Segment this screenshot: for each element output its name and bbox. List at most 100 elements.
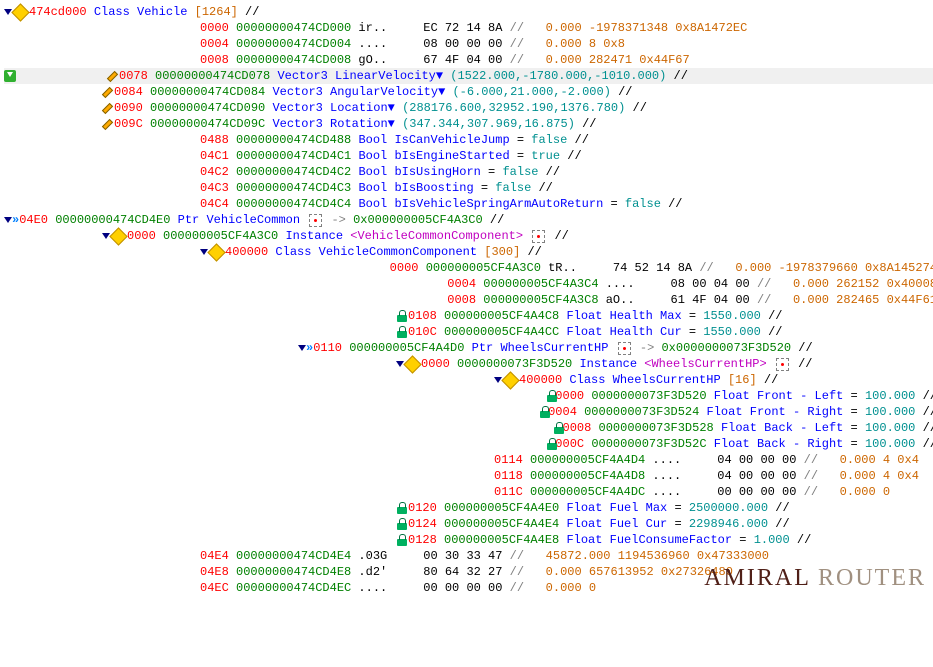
edit-icon[interactable] — [102, 118, 114, 130]
tree-row[interactable]: » 04E0 00000000474CD4E0 Ptr VehicleCommo… — [4, 212, 933, 228]
text-segment: // — [510, 36, 524, 52]
tree-row[interactable]: 0078 00000000474CD078 Vector3 LinearVelo… — [4, 68, 933, 84]
text-segment: 100.000 — [865, 404, 915, 420]
lock-icon[interactable] — [546, 390, 555, 402]
text-segment: 00000000474CD4EC — [236, 580, 351, 596]
expand-icon[interactable] — [298, 345, 306, 351]
class-icon — [109, 227, 127, 245]
tree-row[interactable]: 0114 000000005CF4A4D4 .... 04 00 00 00 /… — [4, 452, 933, 468]
text-segment — [143, 116, 150, 132]
text-segment — [572, 356, 579, 372]
tree-row[interactable]: » 0110 000000005CF4A4D0 Ptr WheelsCurren… — [4, 340, 933, 356]
tree-row[interactable]: 400000 Class VehicleCommonComponent [300… — [4, 244, 933, 260]
text-segment: // — [560, 148, 582, 164]
text-segment — [229, 180, 236, 196]
text-segment: 0x000000005CF4A3C0 — [353, 212, 483, 228]
text-segment: 100.000 — [865, 436, 915, 452]
tree-row[interactable]: 0000 000000005CF4A3C0 tR.. 74 52 14 8A /… — [4, 260, 933, 276]
text-segment: Bool bIsUsingHorn — [358, 164, 480, 180]
text-segment — [707, 388, 714, 404]
tree-row[interactable]: 0004 000000005CF4A3C4 .... 08 00 04 00 /… — [4, 276, 933, 292]
tree-row[interactable]: 04C2 00000000474CD4C2 Bool bIsUsingHorn … — [4, 164, 933, 180]
memory-tree[interactable]: 474cd000 Class Vehicle [1264] //0000 000… — [4, 4, 933, 596]
text-segment: 00000000474CD4E8 — [236, 564, 351, 580]
text-segment: 0000000073F3D524 — [584, 404, 699, 420]
lock-icon[interactable] — [396, 518, 408, 530]
tree-row[interactable]: 04C1 00000000474CD4C1 Bool bIsEngineStar… — [4, 148, 933, 164]
edit-icon[interactable] — [107, 70, 119, 82]
tree-row[interactable]: 04C3 00000000474CD4C3 Bool bIsBoosting =… — [4, 180, 933, 196]
tree-row[interactable]: 0124 000000005CF4A4E4 Float Fuel Cur = 2… — [4, 516, 933, 532]
lock-icon[interactable] — [396, 502, 408, 514]
tree-row[interactable]: 0108 000000005CF4A4C8 Float Health Max =… — [4, 308, 933, 324]
text-segment: Instance — [285, 228, 343, 244]
tree-row[interactable]: 04C4 00000000474CD4C4 Bool bIsVehicleSpr… — [4, 196, 933, 212]
text-segment: // — [510, 564, 524, 580]
text-segment — [699, 404, 706, 420]
text-segment — [351, 164, 358, 180]
text-segment — [654, 340, 661, 356]
tree-row[interactable]: 009C 00000000474CD09C Vector3 Rotation▼ … — [4, 116, 933, 132]
target-icon[interactable] — [776, 358, 789, 371]
tree-row[interactable]: 0000 0000000073F3D520 Instance <WheelsCu… — [4, 356, 933, 372]
text-segment: ir.. EC 72 14 8A — [351, 20, 509, 36]
tree-row[interactable]: 0008 0000000073F3D528 Float Back - Left … — [4, 420, 933, 436]
tree-row[interactable]: 0000 0000000073F3D520 Float Front - Left… — [4, 388, 933, 404]
tree-row[interactable]: 0008 000000005CF4A3C8 aO.. 61 4F 04 00 /… — [4, 292, 933, 308]
text-segment: // — [547, 228, 569, 244]
lock-icon[interactable] — [539, 406, 548, 418]
lock-icon[interactable] — [553, 422, 563, 434]
text-segment — [156, 228, 163, 244]
lock-icon[interactable] — [396, 326, 408, 338]
text-segment: 100.000 — [865, 420, 915, 436]
tree-row[interactable]: 0118 000000005CF4A4D8 .... 04 00 00 00 /… — [4, 468, 933, 484]
text-segment — [523, 452, 530, 468]
tree-row[interactable]: 0000 000000005CF4A3C0 Instance <VehicleC… — [4, 228, 933, 244]
tree-row[interactable]: 0004 00000000474CD004 .... 08 00 00 00 /… — [4, 36, 933, 52]
text-segment: Vector3 AngularVelocity▼ — [272, 84, 445, 100]
target-icon[interactable] — [618, 342, 631, 355]
tree-row[interactable]: 0000 00000000474CD000 ir.. EC 72 14 8A /… — [4, 20, 933, 36]
text-segment — [265, 84, 272, 100]
text-segment: 0x0000000073F3D520 — [661, 340, 791, 356]
tree-row[interactable]: 0084 00000000474CD084 Vector3 AngularVel… — [4, 84, 933, 100]
target-icon[interactable] — [309, 214, 322, 227]
text-segment: .... 04 00 00 00 — [645, 452, 803, 468]
jump-icon[interactable] — [4, 70, 16, 82]
text-segment: .... 00 00 00 00 — [645, 484, 803, 500]
text-segment: 00000000474CD4C3 — [236, 180, 351, 196]
lock-icon[interactable] — [546, 438, 555, 450]
tree-row[interactable]: 0120 000000005CF4A4E0 Float Fuel Max = 2… — [4, 500, 933, 516]
text-segment — [591, 420, 598, 436]
lock-icon[interactable] — [396, 534, 408, 546]
text-segment: Float Health Max — [566, 308, 681, 324]
tree-row[interactable]: 0008 00000000474CD008 gO.. 67 4F 04 00 /… — [4, 52, 933, 68]
text-segment — [637, 356, 644, 372]
tree-row[interactable]: 0488 00000000474CD488 Bool IsCanVehicleJ… — [4, 132, 933, 148]
text-segment: 400000 — [225, 244, 268, 260]
text-segment — [767, 356, 774, 372]
tree-row[interactable]: 0004 0000000073F3D524 Float Front - Righ… — [4, 404, 933, 420]
tree-row[interactable]: 0128 000000005CF4A4E8 Float FuelConsumeF… — [4, 532, 933, 548]
text-segment: Class WheelsCurrentHP — [569, 372, 720, 388]
tree-row[interactable]: 474cd000 Class Vehicle [1264] // — [4, 4, 933, 20]
edit-icon[interactable] — [102, 86, 114, 98]
tree-row[interactable]: 400000 Class WheelsCurrentHP [16] // — [4, 372, 933, 388]
lock-icon[interactable] — [396, 310, 408, 322]
text-segment — [270, 68, 277, 84]
tree-row[interactable]: 000C 0000000073F3D52C Float Back - Right… — [4, 436, 933, 452]
expand-icon[interactable] — [4, 217, 12, 223]
target-icon[interactable] — [532, 230, 545, 243]
text-segment — [559, 308, 566, 324]
text-segment: 0.000 4 0x4 — [818, 452, 919, 468]
text-segment — [143, 84, 150, 100]
text-segment: 000000005CF4A3C8 — [483, 292, 598, 308]
tree-row[interactable]: 010C 000000005CF4A4CC Float Health Cur =… — [4, 324, 933, 340]
tree-row[interactable]: 04E4 00000000474CD4E4 .03G 00 30 33 47 /… — [4, 548, 933, 564]
edit-icon[interactable] — [102, 102, 114, 114]
tree-row[interactable]: 011C 000000005CF4A4DC .... 00 00 00 00 /… — [4, 484, 933, 500]
text-segment: 0008 — [563, 420, 592, 436]
tree-row[interactable]: 0090 00000000474CD090 Vector3 Location▼ … — [4, 100, 933, 116]
text-segment: 0004 — [447, 276, 476, 292]
text-segment: 00000000474CD488 — [236, 132, 351, 148]
